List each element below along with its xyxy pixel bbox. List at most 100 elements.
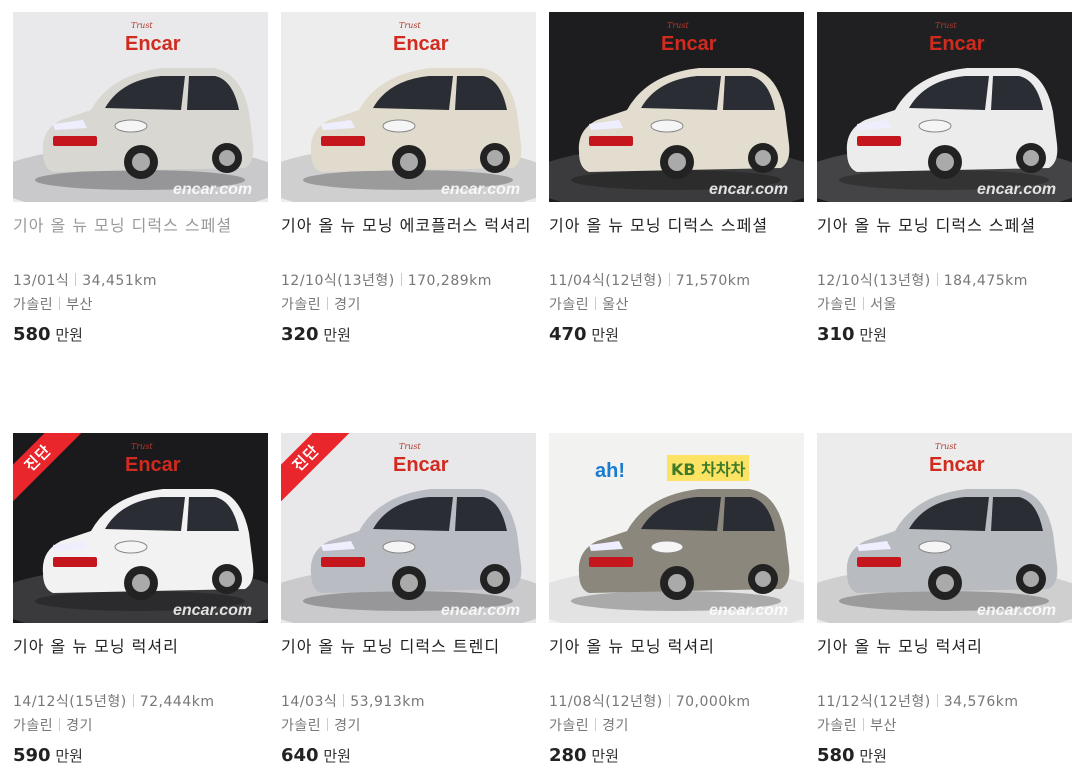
divider: [863, 297, 865, 310]
car-fuel: 가솔린: [13, 718, 54, 734]
car-title[interactable]: 기아 올 뉴 모닝 디럭스 스페셜: [13, 214, 268, 238]
car-thumbnail[interactable]: Trust Encar encar.com: [281, 12, 536, 202]
car-fuel-region: 가솔린 울산: [549, 294, 629, 314]
car-card[interactable]: Trust Encar encar.com 진단 기아 올 뉴 모닝 디럭스 트…: [281, 433, 536, 773]
car-year-mileage: 11/12식(12년형) 34,576km: [817, 691, 1018, 711]
car-thumbnail[interactable]: Trust Encar encar.com 진단: [281, 433, 536, 623]
car-year-mileage: 11/04식(12년형) 71,570km: [549, 270, 750, 290]
car-region: 부산: [66, 297, 93, 313]
car-card[interactable]: Trust Encar ah! KB 차차차 encar.com 기아 올 뉴 …: [549, 433, 804, 773]
car-title[interactable]: 기아 올 뉴 모닝 디럭스 스페셜: [549, 214, 804, 238]
divider: [595, 297, 597, 310]
svg-text:Trust: Trust: [935, 442, 957, 451]
price-value: 470: [549, 324, 587, 345]
car-fuel-region: 가솔린 경기: [13, 715, 93, 735]
car-year-mileage: 12/10식(13년형) 184,475km: [817, 270, 1028, 290]
car-fuel: 가솔린: [549, 718, 590, 734]
car-fuel-region: 가솔린 경기: [281, 715, 361, 735]
car-title[interactable]: 기아 올 뉴 모닝 디럭스 트렌디: [281, 635, 536, 659]
car-listing-grid: Trust Encar encar.com 기아 올 뉴 모닝 디럭스 스페셜 …: [0, 0, 1082, 780]
svg-text:KB 차차차: KB 차차차: [671, 460, 746, 479]
car-mileage: 34,576km: [943, 694, 1019, 710]
price-value: 280: [549, 745, 587, 766]
car-title[interactable]: 기아 올 뉴 모닝 럭셔리: [13, 635, 268, 659]
divider: [75, 273, 77, 286]
car-region: 서울: [870, 297, 897, 313]
car-thumbnail[interactable]: Trust Encar encar.com: [817, 12, 1072, 202]
car-card[interactable]: Trust Encar encar.com 기아 올 뉴 모닝 디럭스 스페셜 …: [549, 12, 804, 352]
svg-text:Encar: Encar: [393, 454, 449, 476]
car-region: 경기: [334, 297, 361, 313]
car-mileage: 184,475km: [943, 273, 1028, 289]
car-year: 14/03식: [281, 694, 338, 710]
svg-text:encar.com: encar.com: [173, 181, 252, 198]
car-price: 470 만원: [549, 324, 619, 345]
car-thumbnail[interactable]: Trust Encar encar.com: [817, 433, 1072, 623]
divider: [59, 297, 61, 310]
svg-text:encar.com: encar.com: [977, 181, 1056, 198]
car-mileage: 34,451km: [82, 273, 157, 289]
car-photo: Trust Encar encar.com: [817, 433, 1072, 623]
divider: [343, 694, 345, 707]
svg-text:Encar: Encar: [393, 33, 449, 55]
svg-text:Encar: Encar: [125, 454, 181, 476]
car-region: 경기: [66, 718, 93, 734]
svg-text:Trust: Trust: [399, 21, 421, 30]
svg-text:Trust: Trust: [935, 21, 957, 30]
car-fuel: 가솔린: [281, 297, 322, 313]
svg-text:encar.com: encar.com: [709, 181, 788, 198]
car-thumbnail[interactable]: Trust Encar encar.com: [13, 12, 268, 202]
svg-text:Trust: Trust: [131, 21, 153, 30]
price-unit: 만원: [586, 747, 619, 765]
car-fuel-region: 가솔린 부산: [13, 294, 93, 314]
price-unit: 만원: [50, 326, 83, 344]
car-year: 12/10식(13년형): [281, 273, 395, 289]
car-year: 11/08식(12년형): [549, 694, 663, 710]
car-year-mileage: 11/08식(12년형) 70,000km: [549, 691, 750, 711]
car-title[interactable]: 기아 올 뉴 모닝 럭셔리: [817, 635, 1072, 659]
car-mileage: 170,289km: [407, 273, 492, 289]
car-year: 12/10식(13년형): [817, 273, 931, 289]
divider: [59, 718, 61, 731]
price-value: 320: [281, 324, 319, 345]
price-value: 640: [281, 745, 319, 766]
car-fuel: 가솔린: [549, 297, 590, 313]
price-unit: 만원: [854, 326, 887, 344]
divider: [132, 694, 134, 707]
car-title[interactable]: 기아 올 뉴 모닝 에코플러스 럭셔리: [281, 214, 536, 238]
car-title[interactable]: 기아 올 뉴 모닝 럭셔리: [549, 635, 804, 659]
car-card[interactable]: Trust Encar encar.com 기아 올 뉴 모닝 럭셔리 11/1…: [817, 433, 1072, 773]
price-value: 310: [817, 324, 855, 345]
price-unit: 만원: [50, 747, 83, 765]
car-card[interactable]: Trust Encar encar.com 진단 기아 올 뉴 모닝 럭셔리 1…: [13, 433, 268, 773]
svg-text:encar.com: encar.com: [709, 602, 788, 619]
svg-text:Encar: Encar: [929, 33, 985, 55]
car-title[interactable]: 기아 올 뉴 모닝 디럭스 스페셜: [817, 214, 1072, 238]
car-card[interactable]: Trust Encar encar.com 기아 올 뉴 모닝 디럭스 스페셜 …: [817, 12, 1072, 352]
car-photo: Trust Encar ah! KB 차차차 encar.com: [549, 433, 804, 623]
svg-text:Encar: Encar: [125, 33, 181, 55]
car-price: 320 만원: [281, 324, 351, 345]
price-value: 580: [817, 745, 855, 766]
car-year-mileage: 14/12식(15년형) 72,444km: [13, 691, 214, 711]
car-card[interactable]: Trust Encar encar.com 기아 올 뉴 모닝 디럭스 스페셜 …: [13, 12, 268, 352]
price-unit: 만원: [318, 326, 351, 344]
car-thumbnail[interactable]: Trust Encar encar.com: [549, 12, 804, 202]
divider: [936, 694, 938, 707]
car-photo: Trust Encar encar.com: [817, 12, 1072, 202]
price-unit: 만원: [854, 747, 887, 765]
car-region: 부산: [870, 718, 897, 734]
car-thumbnail[interactable]: Trust Encar encar.com 진단: [13, 433, 268, 623]
car-fuel: 가솔린: [281, 718, 322, 734]
car-year: 13/01식: [13, 273, 70, 289]
car-year: 11/04식(12년형): [549, 273, 663, 289]
svg-text:Encar: Encar: [929, 454, 985, 476]
car-price: 640 만원: [281, 745, 351, 766]
car-photo: Trust Encar encar.com: [549, 12, 804, 202]
divider: [595, 718, 597, 731]
car-thumbnail[interactable]: Trust Encar ah! KB 차차차 encar.com: [549, 433, 804, 623]
car-year: 11/12식(12년형): [817, 694, 931, 710]
svg-text:Trust: Trust: [399, 442, 421, 451]
car-price: 590 만원: [13, 745, 83, 766]
car-card[interactable]: Trust Encar encar.com 기아 올 뉴 모닝 에코플러스 럭셔…: [281, 12, 536, 352]
